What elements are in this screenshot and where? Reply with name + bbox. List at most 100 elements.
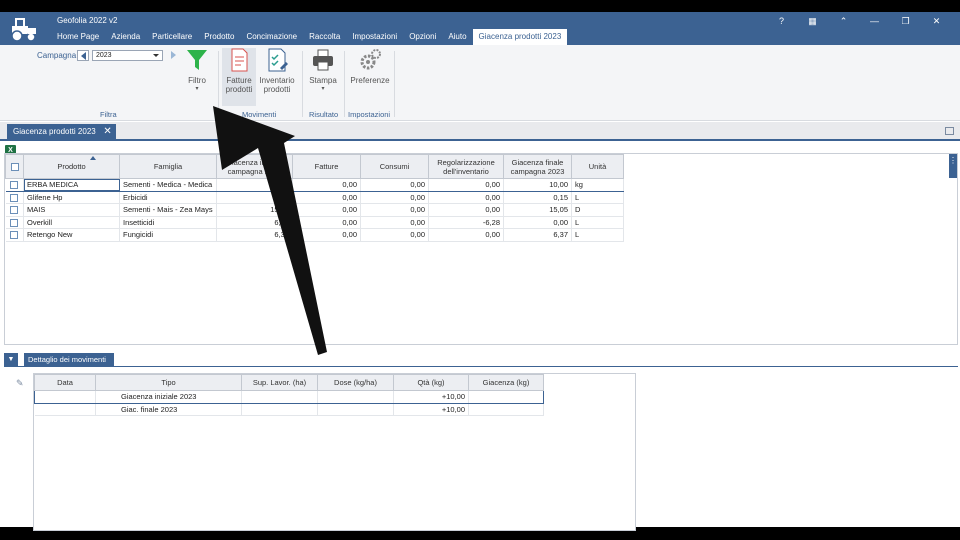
collapse-detail-icon[interactable]: ▼ xyxy=(4,353,18,366)
menu-impostazioni[interactable]: Impostazioni xyxy=(346,29,403,45)
cell-famiglia[interactable]: Sementi - Mais - Zea Mays xyxy=(119,203,217,217)
cell-finale[interactable]: 6,37 xyxy=(503,228,572,242)
table-row[interactable]: Glifene Hp Erbicidi 0,15 0,00 0,00 0,00 … xyxy=(5,191,624,204)
table-row[interactable]: ERBA MEDICA Sementi - Medica - Medica 10… xyxy=(5,178,624,192)
cell-unita[interactable]: D xyxy=(571,203,624,217)
close-icon[interactable]: ✕ xyxy=(921,14,952,28)
preferenze-button[interactable]: Preferenze xyxy=(350,48,390,85)
col-consumi[interactable]: Consumi xyxy=(360,154,429,179)
detail-row[interactable]: Giacenza iniziale 2023 +10,00 xyxy=(34,390,544,404)
tab-dettaglio-movimenti[interactable]: Dettaglio dei movimenti xyxy=(24,353,114,367)
col-sup-lavor[interactable]: Sup. Lavor. (ha) xyxy=(241,374,318,391)
cell-unita[interactable]: L xyxy=(571,216,624,229)
table-row[interactable]: Retengo New Fungicidi 6,37 0,00 0,00 0,0… xyxy=(5,228,624,242)
cell-prodotto[interactable]: MAIS xyxy=(23,203,120,217)
cell-consumi[interactable]: 0,00 xyxy=(360,191,429,204)
table-row[interactable]: Overkill Insetticidi 6,28 0,00 0,00 -6,2… xyxy=(5,216,624,229)
col-qta[interactable]: Qtà (kg) xyxy=(393,374,469,391)
panel-layout-icon[interactable] xyxy=(945,127,954,135)
col-unita[interactable]: Unità xyxy=(571,154,624,179)
cell-regol[interactable]: 0,00 xyxy=(428,191,504,204)
col-giacenza[interactable]: Giacenza (kg) xyxy=(468,374,544,391)
detail-row[interactable]: Giac. finale 2023 +10,00 xyxy=(34,403,544,416)
row-select-cell[interactable] xyxy=(5,216,24,229)
cell-fatture[interactable]: 0,00 xyxy=(292,178,361,192)
menu-giacenza-prodotti[interactable]: Giacenza prodotti 2023 xyxy=(472,29,568,45)
row-checkbox[interactable] xyxy=(10,193,19,202)
menu-azienda[interactable]: Azienda xyxy=(105,29,146,45)
cell-unita[interactable]: L xyxy=(571,191,624,204)
row-select-cell[interactable] xyxy=(5,228,24,242)
col-tipo[interactable]: Tipo xyxy=(95,374,242,391)
select-all-cell[interactable] xyxy=(5,154,24,179)
menu-prodotto[interactable]: Prodotto xyxy=(198,29,240,45)
cell-sup[interactable] xyxy=(241,403,318,416)
cell-famiglia[interactable]: Insetticidi xyxy=(119,216,217,229)
col-regolarizzazione[interactable]: Regolarizzazione dell'inventario xyxy=(428,154,504,179)
cell-qta[interactable]: +10,00 xyxy=(393,390,469,404)
cell-prodotto[interactable]: ERBA MEDICA xyxy=(23,178,120,192)
menu-opzioni[interactable]: Opzioni xyxy=(403,29,442,45)
col-famiglia[interactable]: Famiglia xyxy=(119,154,217,179)
filtro-button[interactable]: Filtro ▾ xyxy=(184,48,210,94)
cell-sup[interactable] xyxy=(241,390,318,404)
campagna-select[interactable]: 2023 xyxy=(92,50,163,61)
tab-giacenza-prodotti[interactable]: Giacenza prodotti 2023 ✕ xyxy=(7,124,116,141)
grid-options-icon[interactable]: ⋮ xyxy=(949,154,957,178)
cell-qta[interactable]: +10,00 xyxy=(393,403,469,416)
calculator-icon[interactable]: ▦ xyxy=(797,14,828,28)
cell-fatture[interactable]: 0,00 xyxy=(292,191,361,204)
cell-consumi[interactable]: 0,00 xyxy=(360,178,429,192)
cell-data[interactable] xyxy=(34,390,96,404)
cell-consumi[interactable]: 0,00 xyxy=(360,216,429,229)
row-checkbox[interactable] xyxy=(10,231,19,240)
paperclip-icon[interactable]: ✎ xyxy=(16,378,26,388)
help-icon[interactable]: ? xyxy=(766,14,797,28)
cell-famiglia[interactable]: Erbicidi xyxy=(119,191,217,204)
col-dose[interactable]: Dose (kg/ha) xyxy=(317,374,394,391)
collapse-ribbon-icon[interactable]: ⌃ xyxy=(828,14,859,28)
cell-famiglia[interactable]: Sementi - Medica - Medica xyxy=(119,178,217,192)
cell-prodotto[interactable]: Glifene Hp xyxy=(23,191,120,204)
cell-fatture[interactable]: 0,00 xyxy=(292,203,361,217)
cell-consumi[interactable]: 0,00 xyxy=(360,203,429,217)
cell-giac[interactable] xyxy=(468,390,544,404)
next-campaign-button[interactable] xyxy=(168,50,178,61)
cell-iniziale[interactable]: 10,00 xyxy=(216,178,293,192)
table-row[interactable]: MAIS Sementi - Mais - Zea Mays 15,05 0,0… xyxy=(5,203,624,217)
cell-fatture[interactable]: 0,00 xyxy=(292,228,361,242)
cell-regol[interactable]: 0,00 xyxy=(428,228,504,242)
cell-prodotto[interactable]: Retengo New xyxy=(23,228,120,242)
cell-finale[interactable]: 10,00 xyxy=(503,178,572,192)
menu-concimazione[interactable]: Concimazione xyxy=(240,29,303,45)
menu-particellare[interactable]: Particellare xyxy=(146,29,198,45)
select-all-checkbox[interactable] xyxy=(10,163,19,171)
cell-unita[interactable]: kg xyxy=(571,178,624,192)
cell-famiglia[interactable]: Fungicidi xyxy=(119,228,217,242)
cell-iniziale[interactable]: 0,15 xyxy=(216,191,293,204)
cell-prodotto[interactable]: Overkill xyxy=(23,216,120,229)
menu-raccolta[interactable]: Raccolta xyxy=(303,29,346,45)
menu-home-page[interactable]: Home Page xyxy=(51,29,105,45)
cell-dose[interactable] xyxy=(317,390,394,404)
col-prodotto[interactable]: Prodotto xyxy=(23,154,120,179)
cell-consumi[interactable]: 0,00 xyxy=(360,228,429,242)
cell-giac[interactable] xyxy=(468,403,544,416)
row-checkbox[interactable] xyxy=(10,218,19,227)
cell-regol[interactable]: -6,28 xyxy=(428,216,504,229)
col-fatture[interactable]: Fatture xyxy=(292,154,361,179)
menu-aiuto[interactable]: Aiuto xyxy=(442,29,472,45)
cell-unita[interactable]: L xyxy=(571,228,624,242)
cell-regol[interactable]: 0,00 xyxy=(428,203,504,217)
cell-tipo[interactable]: Giacenza iniziale 2023 xyxy=(95,390,242,404)
row-checkbox[interactable] xyxy=(10,181,19,190)
cell-regol[interactable]: 0,00 xyxy=(428,178,504,192)
row-select-cell[interactable] xyxy=(5,203,24,217)
cell-finale[interactable]: 15,05 xyxy=(503,203,572,217)
cell-iniziale[interactable]: 15,05 xyxy=(216,203,293,217)
cell-finale[interactable]: 0,15 xyxy=(503,191,572,204)
cell-tipo[interactable]: Giac. finale 2023 xyxy=(95,403,242,416)
row-select-cell[interactable] xyxy=(5,178,24,192)
col-giacenza-finale[interactable]: Giacenza finale campagna 2023 xyxy=(503,154,572,179)
close-tab-icon[interactable]: ✕ xyxy=(103,124,111,140)
